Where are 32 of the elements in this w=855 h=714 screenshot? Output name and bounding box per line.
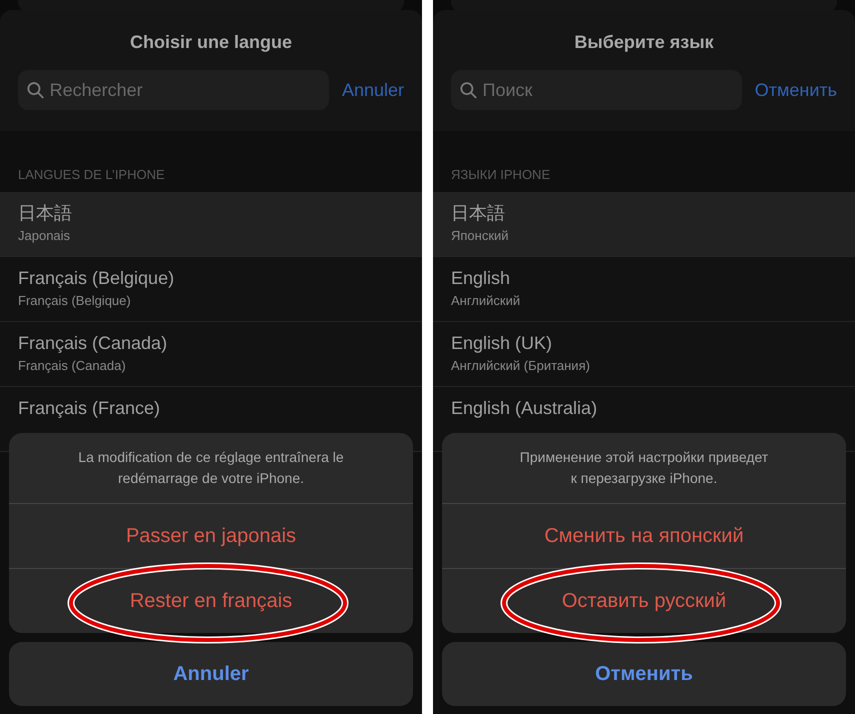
language-subtitle: Английский — [451, 292, 520, 310]
search-field[interactable]: Rechercher — [18, 70, 329, 110]
language-row[interactable]: 日本語 Japonais — [0, 192, 422, 257]
search-field[interactable]: Поиск — [451, 70, 742, 110]
search-icon — [27, 81, 44, 99]
language-name: 日本語 — [18, 202, 72, 225]
language-subtitle: Français (Canada) — [18, 357, 126, 375]
search-input[interactable]: Поиск — [482, 76, 733, 104]
search-input[interactable]: Rechercher — [50, 76, 320, 104]
language-name: 日本語 — [451, 202, 505, 225]
section-header: LANGUES DE L’IPHONE — [17, 167, 166, 183]
sheet-title: Choisir une langue — [128, 31, 294, 54]
language-name: Français (Canada) — [18, 332, 168, 355]
language-row[interactable]: 日本語 Японский — [433, 192, 855, 257]
cancel-link[interactable]: Отменить — [754, 76, 837, 104]
language-name: Français (Belgique) — [18, 267, 174, 290]
language-name: English (UK) — [451, 332, 552, 355]
language-name: English (Australia) — [451, 397, 598, 420]
language-name: Français (France) — [18, 397, 160, 420]
language-subtitle: Японский — [451, 227, 509, 245]
language-subtitle: Japonais — [18, 227, 70, 245]
search-icon — [460, 81, 477, 99]
action-button[interactable]: Сменить на японский — [536, 521, 752, 551]
cancel-button[interactable]: Annuler — [9, 642, 413, 706]
section-header: ЯЗЫКИ IPHONE — [450, 167, 552, 183]
sheet-title: Выберите язык — [573, 31, 715, 54]
action-button[interactable]: Passer en japonais — [118, 521, 304, 551]
cancel-link[interactable]: Annuler — [342, 76, 404, 104]
language-name: English — [451, 267, 510, 290]
language-subtitle: Français (Belgique) — [18, 292, 131, 310]
cancel-button[interactable]: Отменить — [442, 642, 846, 706]
language-subtitle: Английский (Британия) — [451, 357, 590, 375]
